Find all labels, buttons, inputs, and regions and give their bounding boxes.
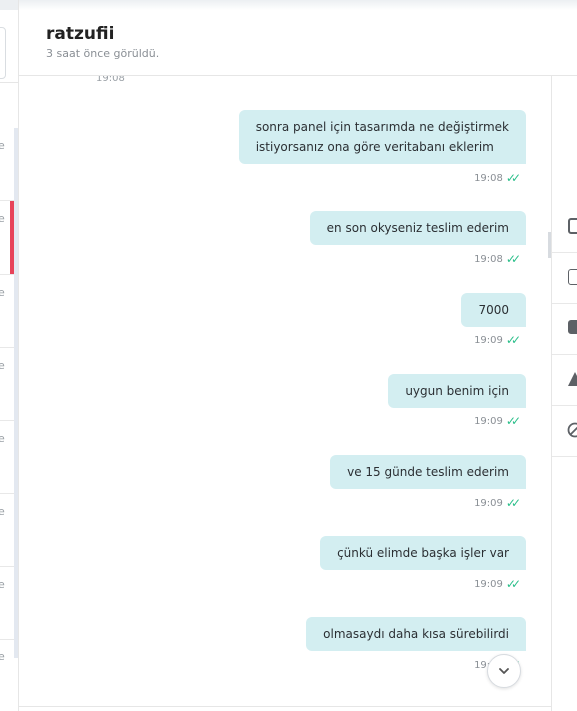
archive-icon (568, 320, 577, 334)
conversation-item[interactable]: e (0, 359, 5, 372)
divider (0, 200, 14, 201)
active-conversation-marker (10, 200, 14, 274)
divider (0, 639, 14, 640)
sent-message-bubble[interactable]: 7000 (461, 293, 526, 327)
double-check-icon: ✓✓ (505, 496, 521, 510)
warning-icon (568, 372, 577, 386)
action-item-favorite[interactable] (552, 253, 577, 304)
scroll-to-bottom-button[interactable] (487, 654, 521, 688)
divider (0, 82, 18, 83)
message-thread[interactable]: 19:08 sonra panel için tasarımda ne deği… (19, 76, 551, 706)
conversation-item[interactable]: e (0, 432, 5, 445)
contact-username[interactable]: ratzufii (46, 24, 114, 44)
action-item-block[interactable] (552, 406, 577, 457)
message-meta: 19:09 ✓✓ (474, 414, 521, 428)
double-check-icon: ✓✓ (505, 252, 521, 266)
message-text-line: ve 15 günde teslim ederim (347, 465, 509, 479)
profile-card-icon (568, 218, 577, 234)
chevron-down-icon (499, 668, 509, 674)
conversation-item-active[interactable]: e (0, 212, 5, 225)
divider (0, 420, 14, 421)
chat-header: ratzufii 3 saat önce görüldü. (19, 0, 577, 76)
conversation-list: e e e e e e e e (0, 0, 19, 711)
message-text-line: uygun benim için (405, 384, 509, 398)
double-check-icon: ✓✓ (505, 414, 521, 428)
last-seen-status: 3 saat önce görüldü. (46, 47, 160, 60)
sent-message-bubble[interactable]: sonra panel için tasarımda ne değiştirme… (238, 110, 526, 164)
message-time: 19:08 (96, 76, 125, 84)
header-shade (19, 0, 577, 10)
message-text-line: en son okyseniz teslim ederim (326, 221, 509, 235)
conversation-item[interactable]: e (0, 650, 5, 663)
conversation-item[interactable]: e (0, 139, 5, 152)
conversation-list-rail (14, 128, 18, 658)
double-check-icon: ✓✓ (505, 171, 521, 185)
divider (0, 566, 14, 567)
message-time: 19:09 (474, 415, 503, 427)
message-text-line: 7000 (478, 303, 509, 317)
conversation-search-input[interactable] (0, 27, 6, 79)
message-meta: 19:09 ✓✓ (474, 496, 521, 510)
double-check-icon: ✓✓ (505, 577, 521, 591)
left-top-bar (0, 0, 18, 10)
star-icon (568, 269, 577, 285)
divider (0, 347, 14, 348)
sent-message-bubble[interactable]: en son okyseniz teslim ederim (309, 211, 526, 245)
conversation-item[interactable]: e (0, 505, 5, 518)
block-icon (567, 422, 577, 438)
message-time: 19:09 (474, 334, 503, 346)
composer-divider (19, 706, 551, 707)
message-text-line: çünkü elimde başka işler var (337, 546, 509, 560)
sent-message-bubble[interactable]: ve 15 günde teslim ederim (330, 455, 526, 489)
message-time: 19:09 (474, 578, 503, 590)
double-check-icon: ✓✓ (505, 333, 521, 347)
message-meta: 19:08 ✓✓ (474, 252, 521, 266)
message-text-line: istiyorsanız ona göre veritabanı eklerim (255, 140, 494, 154)
message-text-line: sonra panel için tasarımda ne değiştirme… (255, 120, 509, 134)
sent-message-bubble[interactable]: olmasaydı daha kısa sürebilirdi (306, 617, 526, 651)
action-item-profile[interactable] (552, 202, 577, 253)
divider (0, 493, 14, 494)
message-text-line: olmasaydı daha kısa sürebilirdi (323, 627, 509, 641)
sent-message-bubble[interactable]: çünkü elimde başka işler var (320, 536, 526, 570)
divider (0, 274, 14, 275)
message-time: 19:09 (474, 497, 503, 509)
message-meta: 19:09 ✓✓ (474, 333, 521, 347)
sent-message-bubble[interactable]: uygun benim için (388, 374, 526, 408)
scrollbar-thumb[interactable] (548, 232, 551, 258)
conversation-item[interactable]: e (0, 578, 5, 591)
conversation-actions-panel (548, 76, 577, 711)
action-item-archive[interactable] (552, 304, 577, 355)
message-time: 19:08 (474, 172, 503, 184)
action-item-report[interactable] (552, 355, 577, 406)
message-time: 19:08 (474, 253, 503, 265)
message-meta: 19:08 ✓✓ (474, 171, 521, 185)
message-meta: 19:09 ✓✓ (474, 577, 521, 591)
conversation-item[interactable]: e (0, 286, 5, 299)
